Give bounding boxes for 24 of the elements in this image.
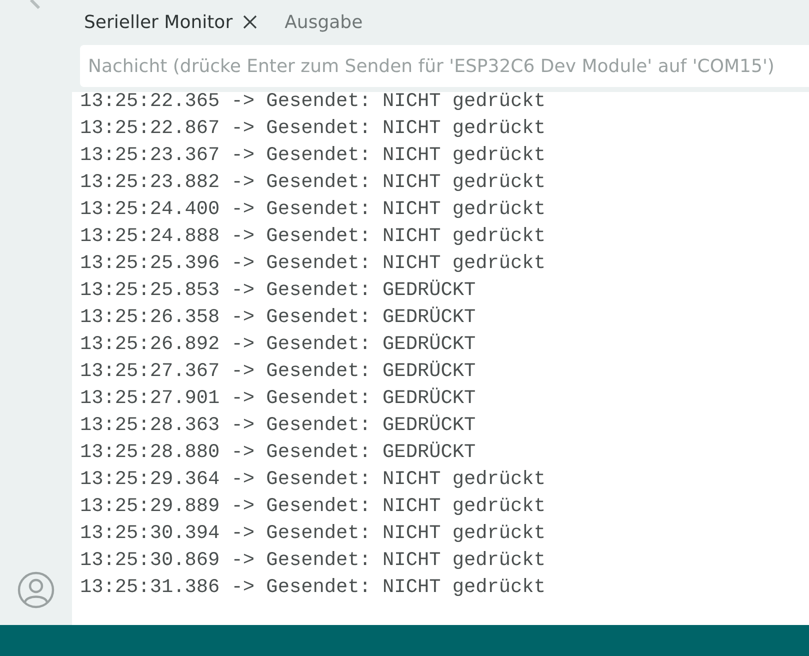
output-line: 13:25:23.367 -> Gesendet: NICHT gedrückt xyxy=(80,143,546,168)
output-line: 13:25:28.880 -> Gesendet: GEDRÜCKT xyxy=(80,440,477,465)
output-line: 13:25:22.365 -> Gesendet: NICHT gedrückt xyxy=(80,92,546,114)
output-line: 13:25:24.400 -> Gesendet: NICHT gedrückt xyxy=(80,197,546,222)
output-line: 13:25:30.869 -> Gesendet: NICHT gedrückt xyxy=(80,548,546,573)
output-line: 13:25:22.867 -> Gesendet: NICHT gedrückt xyxy=(80,116,546,141)
output-line: 13:25:23.882 -> Gesendet: NICHT gedrückt xyxy=(80,170,546,195)
output-line: 13:25:25.396 -> Gesendet: NICHT gedrückt xyxy=(80,251,546,276)
output-line: 13:25:24.888 -> Gesendet: NICHT gedrückt xyxy=(80,224,546,249)
output-line: 13:25:31.386 -> Gesendet: NICHT gedrückt xyxy=(80,575,546,600)
output-line: 13:25:28.363 -> Gesendet: GEDRÜCKT xyxy=(80,413,477,438)
output-line: 13:25:29.364 -> Gesendet: NICHT gedrückt xyxy=(80,467,546,492)
tab[interactable]: Ausgabe xyxy=(284,12,363,32)
output-line: 13:25:29.889 -> Gesendet: NICHT gedrückt xyxy=(80,494,546,519)
tab[interactable]: Serieller Monitor xyxy=(84,12,257,32)
output-line: 13:25:25.853 -> Gesendet: GEDRÜCKT xyxy=(80,278,477,303)
output-line: 13:25:26.892 -> Gesendet: GEDRÜCKT xyxy=(80,332,477,357)
message-field[interactable]: Nachicht (drücke Enter zum Senden für 'ESP32C6 Dev Module' auf 'COM15') xyxy=(80,45,809,87)
output-line: 13:25:27.901 -> Gesendet: GEDRÜCKT xyxy=(80,386,477,411)
output-line: 13:25:27.367 -> Gesendet: GEDRÜCKT xyxy=(80,359,477,384)
account-icon[interactable] xyxy=(17,571,55,609)
output-line: 13:25:30.394 -> Gesendet: NICHT gedrückt xyxy=(80,521,546,546)
close-icon[interactable] xyxy=(242,15,257,29)
output-line: 13:25:26.358 -> Gesendet: GEDRÜCKT xyxy=(80,305,477,330)
